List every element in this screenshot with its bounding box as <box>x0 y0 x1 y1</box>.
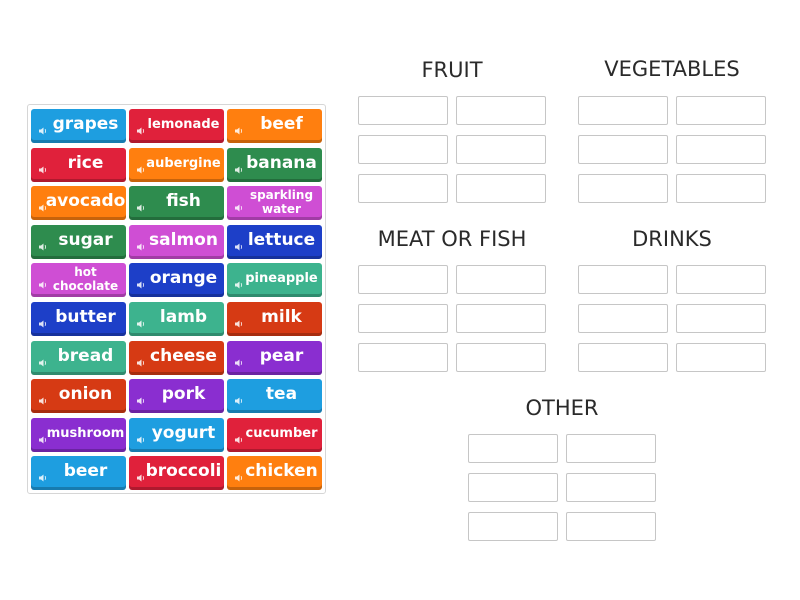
word-tile-beer[interactable]: beer <box>31 456 126 491</box>
tile-label: pineapple <box>245 271 318 287</box>
word-tile-milk[interactable]: milk <box>227 302 322 336</box>
tile-label: tea <box>265 384 298 405</box>
tile-label: lettuce <box>247 229 316 250</box>
tile-label: lamb <box>159 307 208 327</box>
drop-slot-drinks[interactable] <box>676 265 766 294</box>
word-tile-sugar[interactable]: sugar <box>31 224 126 259</box>
group-title-meat-or-fish: MEAT OR FISH <box>377 227 527 251</box>
word-tile-tea[interactable]: tea <box>227 379 322 414</box>
tile-label: onion <box>58 384 113 405</box>
word-tile-avocado[interactable]: avocado <box>31 186 126 221</box>
group-title-drinks: DRINKS <box>632 227 712 251</box>
drop-slot-other[interactable] <box>566 434 656 463</box>
tile-label: cucumber <box>245 425 318 441</box>
drop-slot-other[interactable] <box>468 434 558 463</box>
drop-slot-fruit[interactable] <box>456 174 546 203</box>
tile-label: milk <box>261 307 302 327</box>
drop-slot-meat-or-fish[interactable] <box>358 265 448 294</box>
tile-label: sugar <box>58 229 113 250</box>
drop-slot-other[interactable] <box>468 473 558 502</box>
drop-slot-drinks[interactable] <box>578 304 668 333</box>
word-tile-lamb[interactable]: lamb <box>129 302 224 336</box>
drop-slot-drinks[interactable] <box>676 304 766 333</box>
tile-label: grapes <box>52 114 119 134</box>
word-tile-lettuce[interactable]: lettuce <box>227 224 322 259</box>
word-tile-rice[interactable]: rice <box>31 147 126 182</box>
group-title-vegetables: VEGETABLES <box>604 57 740 81</box>
drop-slot-fruit[interactable] <box>358 174 448 203</box>
word-tile-pork[interactable]: pork <box>129 379 224 414</box>
tile-label: beef <box>260 114 303 134</box>
tile-label: hot chocolate <box>52 264 119 293</box>
tile-label: banana <box>246 152 317 173</box>
tile-label: broccoli <box>145 461 222 482</box>
tile-label: chicken <box>245 461 318 482</box>
word-tile-cheese[interactable]: cheese <box>129 340 224 375</box>
drop-slot-other[interactable] <box>468 512 558 541</box>
tile-label: rice <box>67 152 104 173</box>
tile-label: sparkling water <box>249 187 314 216</box>
drop-slot-vegetables[interactable] <box>578 96 668 125</box>
drop-slot-fruit[interactable] <box>358 135 448 164</box>
word-tile-hot-chocolate[interactable]: hot chocolate <box>31 263 126 298</box>
word-tile-yogurt[interactable]: yogurt <box>129 417 224 452</box>
word-tile-sparkling-water[interactable]: sparkling water <box>227 186 322 221</box>
tile-label: fish <box>166 191 201 212</box>
tile-label: mushroom <box>46 425 125 441</box>
drop-slot-vegetables[interactable] <box>676 135 766 164</box>
tile-label: pork <box>161 384 206 405</box>
word-tile-orange[interactable]: orange <box>129 263 224 298</box>
word-bank: grapes lemonade beef rice aubergine bana… <box>27 104 326 494</box>
drop-slot-fruit[interactable] <box>456 135 546 164</box>
drop-slot-meat-or-fish[interactable] <box>358 343 448 372</box>
drop-slot-meat-or-fish[interactable] <box>456 304 546 333</box>
drop-slot-other[interactable] <box>566 473 656 502</box>
drop-slot-drinks[interactable] <box>578 343 668 372</box>
drop-slot-vegetables[interactable] <box>578 174 668 203</box>
tile-label: orange <box>149 268 218 289</box>
tile-label: cheese <box>150 345 217 366</box>
tile-label: aubergine <box>146 155 221 171</box>
word-tile-bread[interactable]: bread <box>31 340 126 375</box>
drop-slot-vegetables[interactable] <box>578 135 668 164</box>
word-tile-butter[interactable]: butter <box>31 302 126 336</box>
drop-slot-meat-or-fish[interactable] <box>358 304 448 333</box>
word-tile-pineapple[interactable]: pineapple <box>227 263 322 298</box>
drop-slot-meat-or-fish[interactable] <box>456 343 546 372</box>
word-tile-banana[interactable]: banana <box>227 147 322 182</box>
drop-slot-drinks[interactable] <box>578 265 668 294</box>
drop-slot-meat-or-fish[interactable] <box>456 265 546 294</box>
word-tile-mushroom[interactable]: mushroom <box>31 417 126 452</box>
drop-slot-other[interactable] <box>566 512 656 541</box>
tile-label: salmon <box>149 229 218 250</box>
word-tile-cucumber[interactable]: cucumber <box>227 417 322 452</box>
drop-slot-drinks[interactable] <box>676 343 766 372</box>
word-tile-beef[interactable]: beef <box>227 109 322 143</box>
word-tile-aubergine[interactable]: aubergine <box>129 147 224 182</box>
tile-label: avocado <box>45 191 126 212</box>
drop-slot-vegetables[interactable] <box>676 174 766 203</box>
word-tile-salmon[interactable]: salmon <box>129 224 224 259</box>
tile-label: bread <box>57 345 114 366</box>
drop-slot-vegetables[interactable] <box>676 96 766 125</box>
tile-label: butter <box>55 307 116 327</box>
tile-label: beer <box>63 461 108 482</box>
word-tile-lemonade[interactable]: lemonade <box>129 109 224 143</box>
group-title-other: OTHER <box>525 396 599 420</box>
word-tile-onion[interactable]: onion <box>31 379 126 414</box>
drop-slot-fruit[interactable] <box>456 96 546 125</box>
group-title-fruit: FRUIT <box>421 58 483 82</box>
word-tile-grapes[interactable]: grapes <box>31 109 126 143</box>
tile-label: lemonade <box>147 117 220 132</box>
word-tile-chicken[interactable]: chicken <box>227 456 322 491</box>
word-tile-pear[interactable]: pear <box>227 340 322 375</box>
word-tile-fish[interactable]: fish <box>129 186 224 221</box>
tile-label: yogurt <box>151 422 216 443</box>
drop-slot-fruit[interactable] <box>358 96 448 125</box>
word-tile-broccoli[interactable]: broccoli <box>129 456 224 491</box>
tile-label: pear <box>259 345 304 366</box>
